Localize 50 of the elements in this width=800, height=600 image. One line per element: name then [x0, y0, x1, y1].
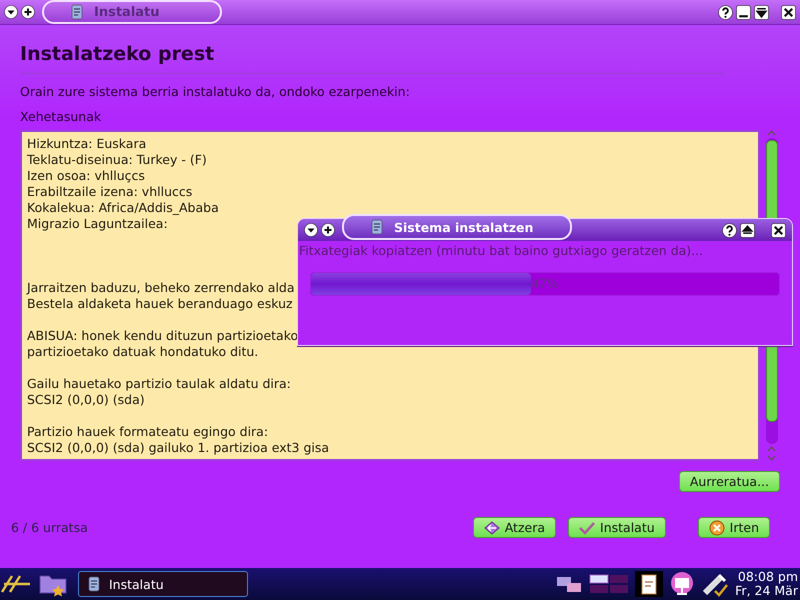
detail-line: Jarraitzen baduzu, beheko zerrendako alda: [27, 280, 295, 296]
installer-icon: [87, 576, 101, 592]
status-message: Fitxategiak kopiatzen (minutu bat baino gutxiago geratzen da)...: [298, 242, 704, 260]
intro-text: Orain zure sistema berria instalatuko da, ondoko ezarpenekin:: [20, 84, 411, 99]
detail-line: Migrazio Laguntzailea:: [27, 216, 168, 232]
eject-icon[interactable]: [740, 222, 755, 238]
detail-line: Erabiltzaile izena: vhlluccs: [27, 184, 192, 200]
detail-line: ABISUA: honek kendu dituzun partizioetako: [27, 328, 298, 344]
clock-time: 08:08 pm: [738, 570, 798, 584]
plus-icon[interactable]: [321, 223, 335, 237]
step-counter: 6 / 6 urratsa: [11, 520, 88, 535]
monitor-icon[interactable]: [669, 571, 696, 597]
page-heading: Instalatzeko prest: [20, 43, 216, 65]
shade-icon[interactable]: [754, 4, 769, 20]
detail-line: partizioetako datuak hondatuko ditu.: [27, 344, 258, 360]
close-icon[interactable]: [781, 4, 796, 20]
close-icon[interactable]: [771, 222, 786, 238]
checkmark-icon: [579, 520, 596, 534]
detail-line: Izen osoa: vhlluçcs: [27, 168, 145, 184]
detail-line: Bestela aldaketa hauek beranduago eskuz: [27, 296, 293, 312]
details-label: Xehetasunak: [20, 109, 102, 124]
detail-line: Kokalekua: Africa/Addis_Ababa: [27, 200, 219, 216]
taskbar-task[interactable]: Instalatu: [78, 571, 248, 597]
detail-line: SCSI2 (0,0,0) (sda) gailuko 1. partizioa ext3 gisa: [27, 440, 330, 456]
detail-line: SCSI2 (0,0,0) (sda): [27, 392, 145, 408]
back-button[interactable]: Atzera: [472, 517, 556, 538]
clock-date: Fr, 24 Mär: [735, 584, 798, 598]
dialog-title: Sistema instalatzen: [394, 220, 534, 234]
window-list-icon[interactable]: [589, 572, 630, 596]
clipboard-icon[interactable]: [635, 571, 664, 597]
help-icon[interactable]: [718, 4, 733, 20]
diamond-arrow-icon: [484, 520, 500, 534]
progress-reading: 47%: [530, 276, 560, 291]
plus-icon[interactable]: [21, 5, 35, 19]
detail-line: Partizio hauek formateatu egingo dira:: [27, 424, 268, 440]
menu-icon[interactable]: [4, 5, 18, 19]
detail-line: Gailu hauetako partizio taulak aldatu dira:: [27, 376, 291, 392]
cancel-icon: [708, 520, 725, 536]
plug-icon[interactable]: [701, 571, 730, 597]
help-icon[interactable]: [722, 222, 737, 238]
window-title: Instalatu: [94, 4, 160, 20]
detail-line: Teklatu-diseinua: Turkey - (F): [27, 152, 207, 168]
quit-button[interactable]: Irten: [698, 517, 770, 538]
installer-icon: [70, 4, 84, 20]
detail-line: Hizkuntza: Euskara: [27, 136, 146, 152]
installer-icon: [370, 219, 384, 235]
advanced-button[interactable]: Aurreratua...: [678, 471, 780, 492]
minimize-icon[interactable]: [736, 4, 751, 20]
menu-icon[interactable]: [304, 223, 318, 237]
install-button[interactable]: Instalatu: [568, 517, 666, 538]
